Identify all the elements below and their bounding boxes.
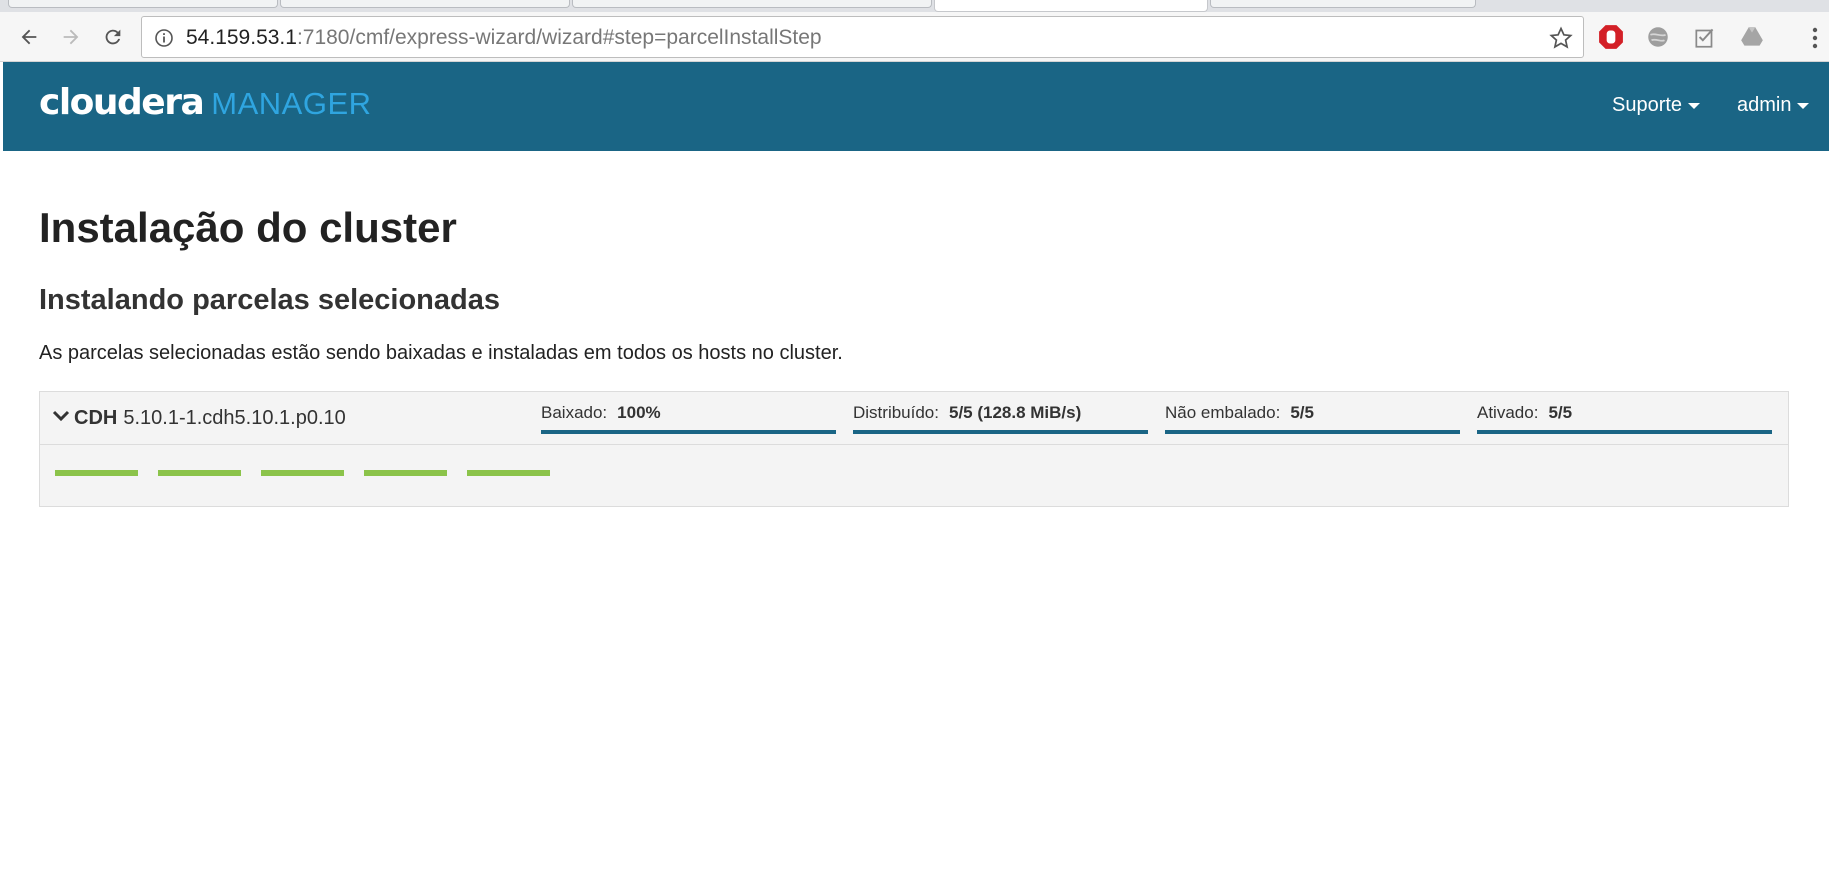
progress-bar: [1477, 430, 1772, 434]
globe-icon: [1648, 27, 1668, 47]
browser-toolbar: 54.159.53.1:7180/cmf/express-wizard/wiza…: [0, 12, 1829, 62]
user-menu[interactable]: admin: [1737, 94, 1810, 117]
section-subtitle: Instalando parcelas selecionadas: [39, 284, 500, 316]
drive-icon: [1741, 27, 1763, 46]
browser-tab[interactable]: [280, 0, 570, 8]
caret-down-icon: [1797, 102, 1810, 109]
back-arrow-icon: [21, 29, 37, 45]
parcel-name: CDH: [74, 407, 118, 429]
caret-down-icon: [1688, 102, 1701, 109]
host-progress-bar[interactable]: [467, 470, 550, 476]
chevron-down-icon: [52, 410, 70, 422]
host-progress-bar[interactable]: [261, 470, 344, 476]
stage-distributed: Distribuído: 5/5 (128.8 MiB/s): [853, 403, 1148, 434]
info-icon[interactable]: [154, 28, 174, 48]
stage-value: 5/5 (128.8 MiB/s): [948, 403, 1082, 422]
progress-bar: [853, 430, 1148, 434]
cloudera-manager-logo[interactable]: cloudera MANAGER: [39, 82, 372, 123]
progress-bar: [541, 430, 836, 434]
stage-value: 5/5: [1290, 403, 1314, 422]
app-header: cloudera MANAGER Suporte admin: [3, 62, 1829, 151]
forward-button[interactable]: [55, 20, 87, 54]
stage-value: 100%: [617, 403, 661, 422]
parcel-header: CDH 5.10.1-1.cdh5.10.1.p0.10 Baixado: 100%…: [40, 392, 1788, 445]
progress-fill: [1477, 430, 1772, 434]
url-path: :7180/cmf/express-wizard/wizard#step=par…: [296, 26, 822, 49]
progress-fill: [853, 430, 1148, 434]
host-progress-bar[interactable]: [55, 470, 138, 476]
adblock-extension-icon[interactable]: [1596, 22, 1626, 52]
browser-tab-strip: [0, 0, 1829, 12]
stage-value: 5/5: [1548, 403, 1573, 422]
stop-hand-icon: [1599, 25, 1623, 49]
parcel-version: 5.10.1-1.cdh5.10.1.p0.10: [123, 407, 346, 429]
browser-tab[interactable]: [1210, 0, 1476, 8]
browser-tab[interactable]: [8, 0, 278, 8]
browser-tab[interactable]: [572, 0, 932, 8]
parcel-panel: CDH 5.10.1-1.cdh5.10.1.p0.10 Baixado: 100%…: [39, 391, 1789, 507]
progress-bar: [1165, 430, 1460, 434]
stage-downloaded: Baixado: 100%: [541, 403, 836, 434]
extension-clipboard-icon[interactable]: [1690, 22, 1720, 52]
logo-product: MANAGER: [211, 86, 372, 121]
address-bar[interactable]: 54.159.53.1:7180/cmf/express-wizard/wiza…: [141, 16, 1584, 58]
url-text[interactable]: 54.159.53.1:7180/cmf/express-wizard/wiza…: [186, 26, 822, 50]
stage-label: Não embalado:: [1165, 403, 1281, 422]
stage-label: Distribuído:: [853, 403, 939, 422]
bookmark-star-icon[interactable]: [1549, 26, 1573, 50]
reload-button[interactable]: [97, 20, 129, 54]
support-menu-label: Suporte: [1612, 94, 1683, 116]
forward-arrow-icon: [63, 29, 79, 45]
clipboard-icon: [1695, 28, 1714, 48]
user-menu-label: admin: [1737, 94, 1792, 116]
extension-drive-icon[interactable]: [1737, 22, 1767, 52]
stage-unpacked: Não embalado: 5/5: [1165, 403, 1460, 434]
stage-label: Baixado:: [541, 403, 608, 422]
reload-icon: [105, 29, 121, 45]
stage-activated: Ativado: 5/5: [1477, 403, 1772, 434]
url-host: 54.159.53.1: [186, 26, 297, 49]
support-menu[interactable]: Suporte: [1612, 94, 1701, 117]
stage-label: Ativado:: [1477, 403, 1539, 422]
parcel-toggle[interactable]: CDH 5.10.1-1.cdh5.10.1.p0.10: [52, 407, 346, 430]
browser-menu-icon[interactable]: [1811, 26, 1819, 50]
host-progress-bar[interactable]: [158, 470, 241, 476]
extension-globe-icon[interactable]: [1643, 22, 1673, 52]
browser-tab-active[interactable]: [934, 0, 1208, 12]
logo-brand: cloudera: [39, 82, 205, 123]
host-progress-bar[interactable]: [364, 470, 447, 476]
section-description: As parcelas selecionadas estão sendo bai…: [39, 342, 843, 364]
back-button[interactable]: [13, 20, 45, 54]
page-title: Instalação do cluster: [39, 204, 457, 251]
progress-fill: [1165, 430, 1460, 434]
progress-fill: [541, 430, 836, 434]
